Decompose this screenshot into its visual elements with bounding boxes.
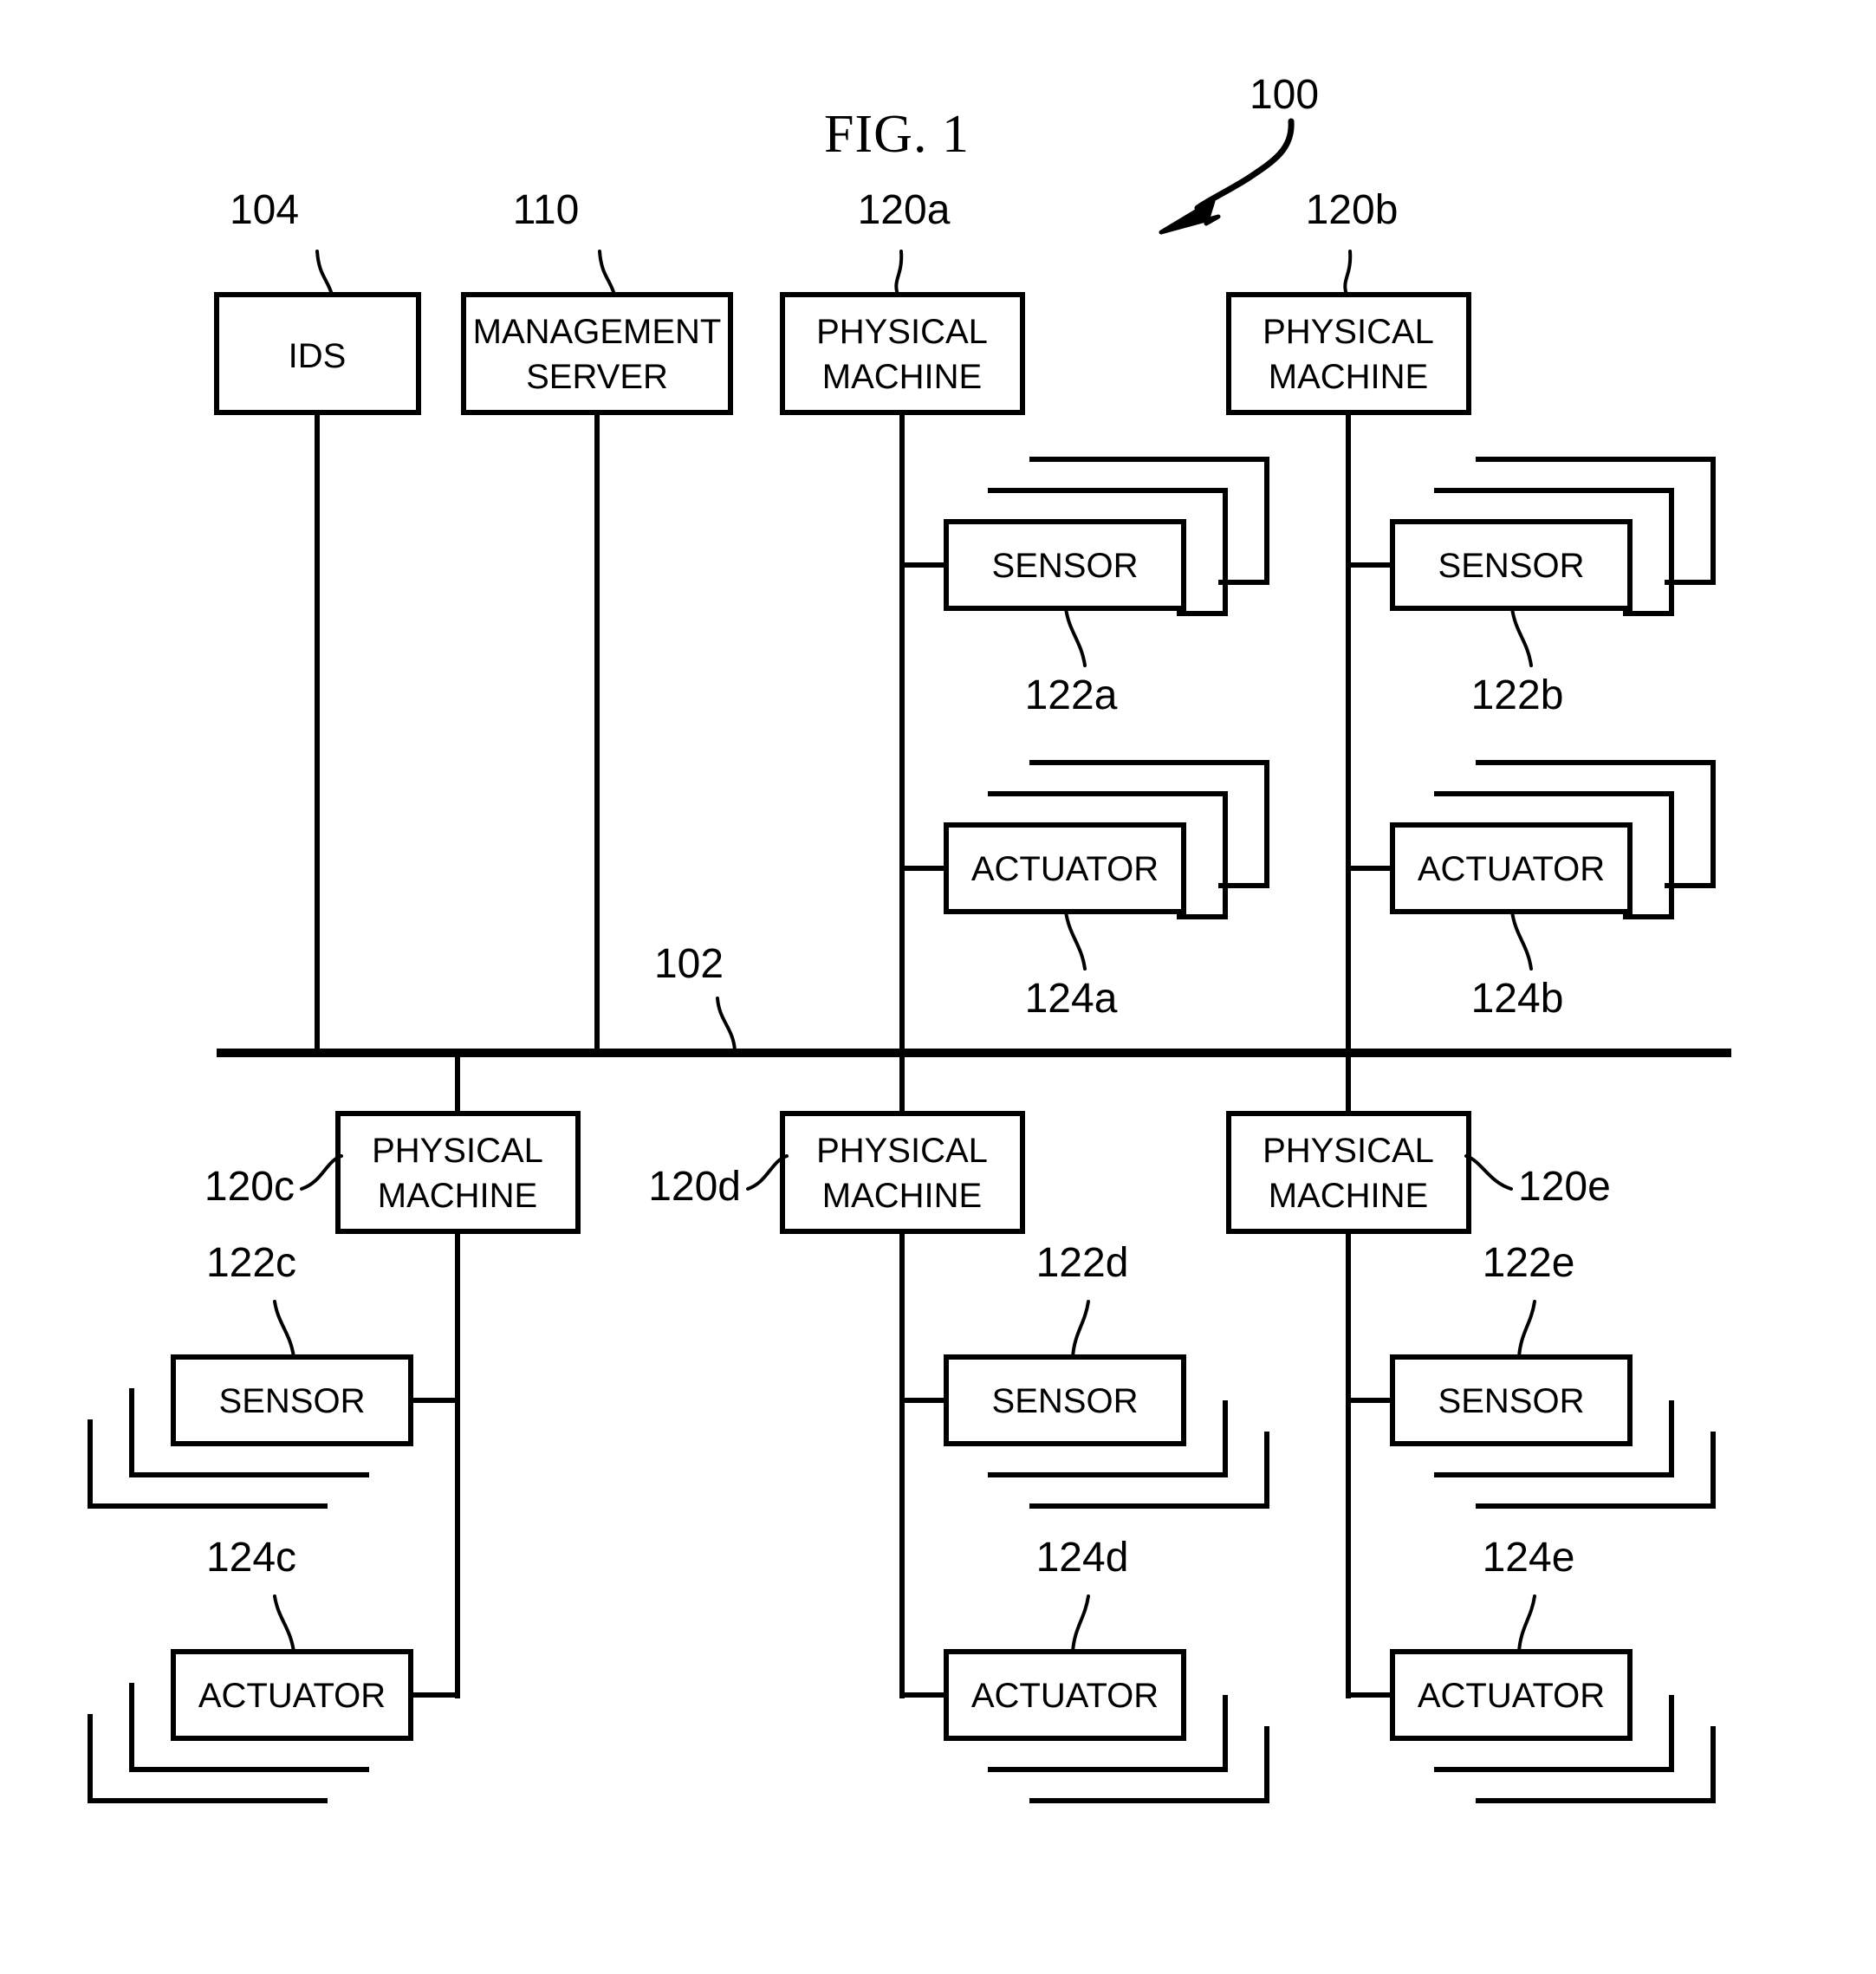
management-server-label-line1: MANAGEMENT bbox=[473, 313, 722, 351]
node-physical-machine-c[interactable]: PHYSICAL MACHINE bbox=[335, 1111, 581, 1234]
sensor-stack-122d[interactable]: SENSOR bbox=[944, 1354, 1269, 1509]
ref-124a: 124a bbox=[1025, 976, 1118, 1022]
leader-124b bbox=[1510, 910, 1533, 971]
physical-machine-a-label-line1: PHYSICAL bbox=[816, 313, 988, 351]
leader-122e bbox=[1517, 1300, 1536, 1359]
figure-canvas: FIG. 1 100 104 110 120a 120b IDS MANAGEM… bbox=[88, 72, 1731, 1803]
ref-102: 102 bbox=[654, 941, 724, 987]
actuator-124b-label: ACTUATOR bbox=[1418, 850, 1605, 888]
ref-120e: 120e bbox=[1518, 1164, 1611, 1210]
ref-122c: 122c bbox=[206, 1240, 296, 1286]
ref-124b: 124b bbox=[1471, 976, 1564, 1022]
ref-122d: 122d bbox=[1036, 1240, 1129, 1286]
ref-104: 104 bbox=[230, 187, 299, 233]
actuator-124e-label: ACTUATOR bbox=[1418, 1677, 1605, 1715]
node-physical-machine-a[interactable]: PHYSICAL MACHINE bbox=[780, 292, 1025, 415]
actuator-124d-label: ACTUATOR bbox=[971, 1677, 1159, 1715]
system-100-arrow bbox=[1159, 118, 1295, 235]
actuator-124a-label: ACTUATOR bbox=[971, 850, 1159, 888]
ref-124c: 124c bbox=[206, 1535, 296, 1581]
ref-120c: 120c bbox=[204, 1164, 295, 1210]
physical-machine-b-label-line2: MACHINE bbox=[1269, 358, 1428, 396]
ref-100: 100 bbox=[1250, 72, 1319, 118]
leader-104 bbox=[315, 250, 334, 296]
actuator-stack-124e[interactable]: ACTUATOR bbox=[1390, 1649, 1716, 1803]
sensor-122b-label: SENSOR bbox=[1438, 547, 1585, 585]
physical-machine-c-label-line1: PHYSICAL bbox=[372, 1132, 543, 1170]
ref-120b: 120b bbox=[1306, 187, 1399, 233]
leader-120e bbox=[1464, 1154, 1513, 1191]
physical-machine-e-label-line1: PHYSICAL bbox=[1263, 1132, 1434, 1170]
sensor-122d-label: SENSOR bbox=[992, 1382, 1139, 1420]
ref-122b: 122b bbox=[1471, 672, 1564, 718]
ref-120a: 120a bbox=[858, 187, 951, 233]
leader-120b bbox=[1343, 250, 1353, 296]
ref-124d: 124d bbox=[1036, 1535, 1129, 1581]
figure-title: FIG. 1 bbox=[824, 105, 970, 164]
physical-machine-b-label-line1: PHYSICAL bbox=[1263, 313, 1434, 351]
leader-120a bbox=[894, 250, 904, 296]
leader-122b bbox=[1510, 607, 1533, 667]
ref-122e: 122e bbox=[1483, 1240, 1575, 1286]
sensor-122e-label: SENSOR bbox=[1438, 1382, 1585, 1420]
node-physical-machine-d[interactable]: PHYSICAL MACHINE bbox=[780, 1111, 1025, 1234]
physical-machine-a-label-line2: MACHINE bbox=[822, 358, 982, 396]
leader-110 bbox=[598, 250, 616, 296]
ref-122a: 122a bbox=[1025, 672, 1118, 718]
physical-machine-e-label-line2: MACHINE bbox=[1269, 1177, 1428, 1215]
patent-figure-page: FIG. 1 100 104 110 120a 120b IDS MANAGEM… bbox=[0, 0, 1876, 1974]
leader-102 bbox=[716, 997, 737, 1052]
actuator-stack-124c[interactable]: ACTUATOR bbox=[88, 1649, 413, 1803]
actuator-stack-124a[interactable]: ACTUATOR bbox=[944, 760, 1269, 919]
node-physical-machine-b[interactable]: PHYSICAL MACHINE bbox=[1226, 292, 1471, 415]
sensor-stack-122e[interactable]: SENSOR bbox=[1390, 1354, 1716, 1509]
ref-124e: 124e bbox=[1483, 1535, 1575, 1581]
leader-122c bbox=[273, 1300, 295, 1359]
sensor-stack-122a[interactable]: SENSOR bbox=[944, 457, 1269, 616]
physical-machine-c-label-line2: MACHINE bbox=[378, 1177, 537, 1215]
actuator-stack-124b[interactable]: ACTUATOR bbox=[1390, 760, 1716, 919]
sensor-stack-122c[interactable]: SENSOR bbox=[88, 1354, 413, 1509]
actuator-124c-label: ACTUATOR bbox=[198, 1677, 386, 1715]
sensor-stack-122b[interactable]: SENSOR bbox=[1390, 457, 1716, 616]
node-management-server[interactable]: MANAGEMENT SERVER bbox=[461, 292, 733, 415]
physical-machine-d-label-line2: MACHINE bbox=[822, 1177, 982, 1215]
leader-124d bbox=[1071, 1594, 1090, 1653]
physical-machine-d-label-line1: PHYSICAL bbox=[816, 1132, 988, 1170]
sensor-122a-label: SENSOR bbox=[992, 547, 1139, 585]
ref-120d: 120d bbox=[648, 1164, 741, 1210]
leader-124e bbox=[1517, 1594, 1536, 1653]
node-physical-machine-e[interactable]: PHYSICAL MACHINE bbox=[1226, 1111, 1471, 1234]
ids-label: IDS bbox=[289, 337, 347, 375]
leader-124c bbox=[273, 1594, 295, 1653]
node-ids[interactable]: IDS bbox=[214, 292, 421, 415]
leader-124a bbox=[1064, 910, 1087, 971]
leader-122d bbox=[1071, 1300, 1090, 1359]
management-server-label-line2: SERVER bbox=[526, 358, 668, 396]
ref-110: 110 bbox=[513, 187, 580, 233]
sensor-122c-label: SENSOR bbox=[219, 1382, 366, 1420]
actuator-stack-124d[interactable]: ACTUATOR bbox=[944, 1649, 1269, 1803]
leader-122a bbox=[1064, 607, 1087, 667]
